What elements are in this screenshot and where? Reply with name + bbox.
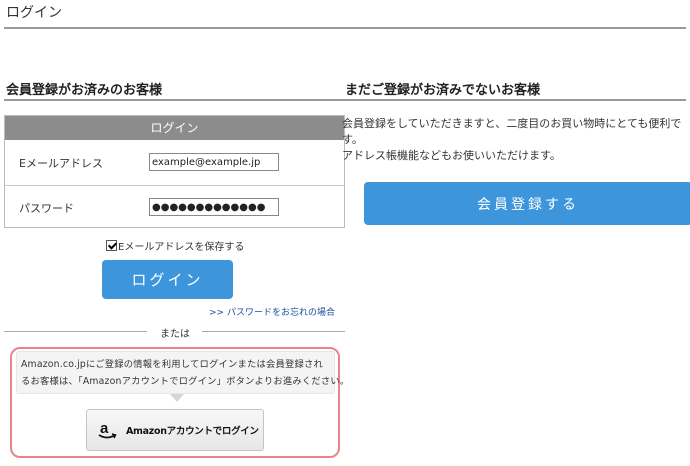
email-row: Eメールアドレス: [5, 141, 344, 186]
password-field[interactable]: [149, 198, 279, 216]
register-button[interactable]: 会員登録する: [364, 182, 690, 225]
remember-email-label: Eメールアドレスを保存する: [118, 242, 245, 253]
bubble-arrow-icon: [170, 394, 184, 402]
member-heading: 会員登録がお済みのお客様: [6, 83, 163, 98]
password-row: パスワード: [5, 186, 344, 230]
or-divider-left: [4, 331, 147, 332]
email-field[interactable]: [149, 153, 279, 171]
amazon-login-label: Amazonアカウントでログイン: [126, 426, 259, 437]
page-title: ログイン: [6, 5, 62, 21]
amazon-logo-letter: a: [100, 420, 109, 437]
member-heading-rule: [4, 99, 345, 101]
password-label: パスワード: [19, 202, 74, 215]
login-button[interactable]: ログイン: [102, 260, 233, 299]
guest-text-line2: す。: [342, 133, 363, 146]
guest-heading-rule: [342, 99, 686, 101]
login-form: ログイン Eメールアドレス パスワード: [4, 115, 345, 228]
title-divider: [4, 27, 686, 29]
or-divider-right: [202, 331, 345, 332]
checkbox-checked-icon[interactable]: [106, 240, 117, 251]
amazon-logo-icon: a: [98, 420, 117, 439]
guest-text-line1: 会員登録をしていただきますと、二度目のお買い物時にとても便利で: [342, 117, 682, 130]
guest-description: 会員登録をしていただきますと、二度目のお買い物時にとても便利で す。 アドレス帳…: [342, 116, 682, 164]
email-label: Eメールアドレス: [19, 157, 103, 170]
amazon-login-button[interactable]: a Amazonアカウントでログイン: [86, 409, 264, 451]
amazon-message-line1: Amazon.co.jpにご登録の情報を利用してログインまたは会員登録され: [21, 359, 323, 370]
amazon-message-line2: るお客様は、「Amazonアカウントでログイン」ボタンよりお進みください。: [21, 376, 350, 387]
forgot-password-link[interactable]: >> パスワードをお忘れの場合: [209, 305, 335, 318]
login-box-header: ログイン: [5, 116, 344, 140]
guest-text-line3: アドレス帳機能などもお使いいただけます。: [342, 149, 561, 162]
or-text: または: [160, 329, 190, 340]
remember-email-checkbox[interactable]: Eメールアドレスを保存する: [106, 238, 244, 253]
amazon-login-panel: Amazon.co.jpにご登録の情報を利用してログインまたは会員登録され るお…: [10, 347, 350, 458]
amazon-message: Amazon.co.jpにご登録の情報を利用してログインまたは会員登録され るお…: [16, 351, 350, 394]
guest-heading: まだご登録がお済みでないお客様: [345, 83, 541, 98]
